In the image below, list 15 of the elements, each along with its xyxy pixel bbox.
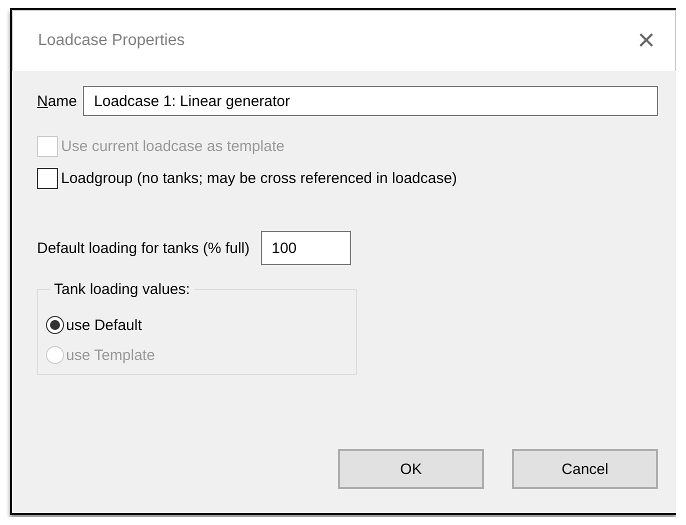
close-button[interactable]: × [631, 26, 661, 56]
radio-button[interactable] [46, 316, 64, 334]
window-title: Loadcase Properties [38, 32, 185, 50]
radio-label: use Template [66, 346, 155, 364]
group-title: Tank loading values: [53, 281, 191, 298]
ok-button[interactable]: OK [338, 449, 484, 489]
checkbox[interactable] [37, 168, 58, 189]
name-field[interactable]: Loadcase 1: Linear generator [83, 86, 658, 116]
cancel-button[interactable]: Cancel [512, 449, 658, 489]
checkbox-label: Loadgroup (no tanks; may be cross referenced in loadcase) [61, 170, 458, 187]
radio-label: use Default [66, 316, 142, 334]
loading-field[interactable]: 100 [260, 231, 351, 265]
name-label: Name [37, 92, 78, 110]
loading-label: Default loading for tanks (% full) [37, 240, 250, 256]
checkbox-label: Use current loadcase as template [61, 138, 284, 155]
